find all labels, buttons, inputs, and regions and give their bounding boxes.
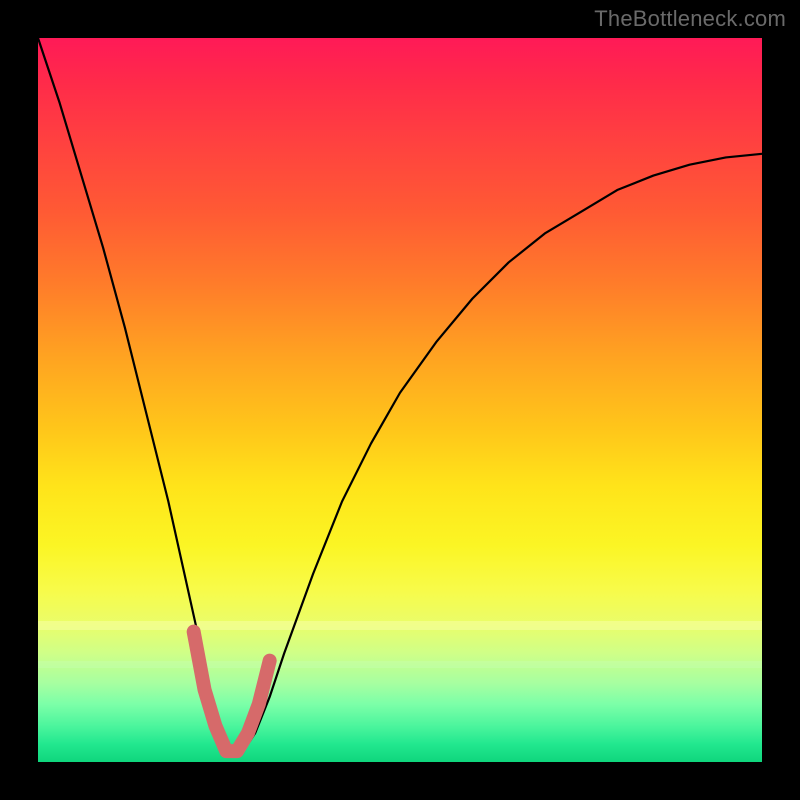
chart-curve-svg (38, 38, 762, 762)
outer-frame: TheBottleneck.com (0, 0, 800, 800)
plot-area (38, 38, 762, 762)
curve-valley-highlight (194, 632, 270, 751)
curve-line (38, 38, 762, 755)
watermark-text: TheBottleneck.com (594, 6, 786, 32)
